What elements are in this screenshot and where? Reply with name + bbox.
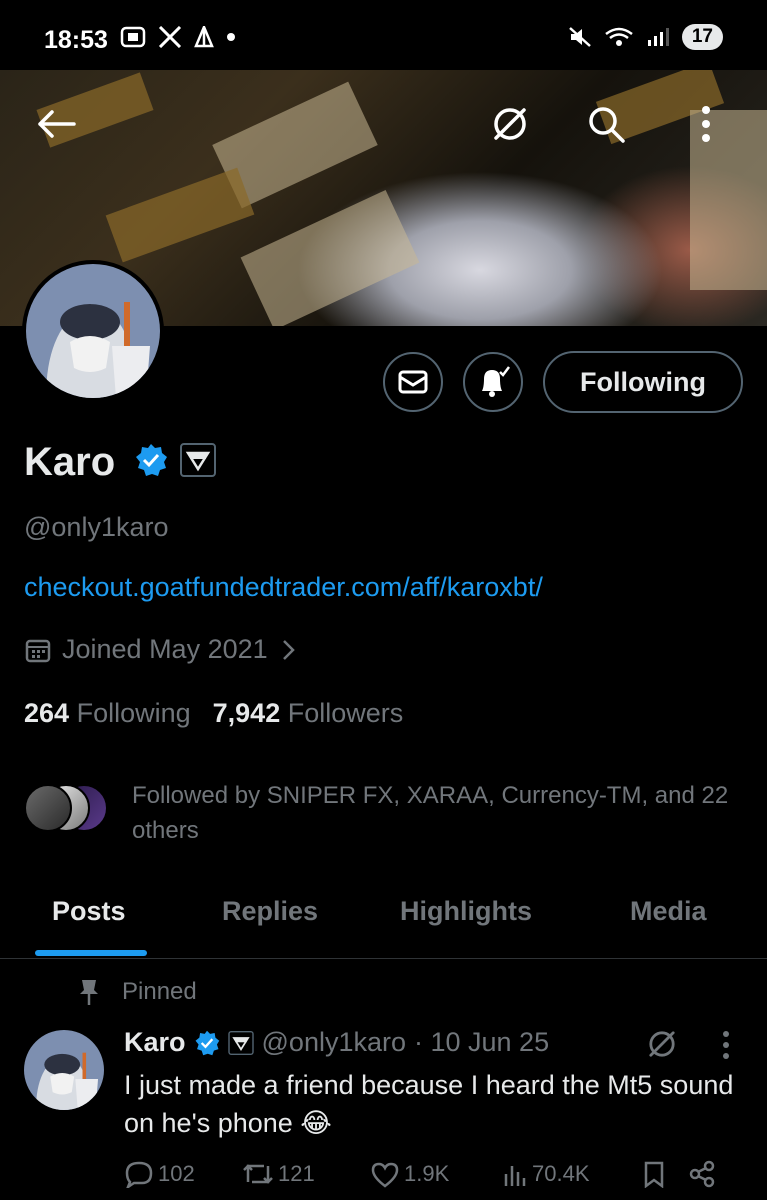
following-label: Following	[76, 698, 191, 728]
message-button[interactable]	[383, 352, 443, 412]
profile-handle: @only1karo	[24, 512, 169, 542]
more-options-button[interactable]	[674, 92, 738, 156]
chevron-right-icon	[282, 639, 295, 660]
status-system-icons: 17	[568, 24, 723, 50]
profile-name: Karo	[24, 440, 116, 484]
x-logo-icon	[158, 26, 182, 48]
more-icon	[702, 106, 710, 142]
post-author-avatar[interactable]	[24, 1030, 104, 1110]
following-stat[interactable]: 264 Following	[24, 698, 191, 729]
wifi-icon	[605, 27, 633, 46]
grok-button[interactable]	[478, 92, 542, 156]
affiliate-badge-icon[interactable]	[180, 443, 216, 477]
repost-count: 121	[278, 1161, 315, 1186]
following-button[interactable]: Following	[543, 351, 743, 413]
mutual-followers-avatars	[24, 778, 114, 834]
grok-icon	[649, 1031, 675, 1057]
following-count: 264	[24, 698, 70, 728]
reply-icon	[125, 1161, 153, 1188]
battery-indicator: 17	[681, 24, 723, 50]
status-notification-icons	[120, 26, 236, 48]
post-text: I just made a friend because I heard the…	[124, 1070, 734, 1138]
post-author-handle[interactable]: @only1karo	[262, 1027, 406, 1058]
tab-replies[interactable]: Replies	[222, 896, 318, 927]
bookmark-button[interactable]	[642, 1160, 688, 1188]
profile-avatar[interactable]	[22, 260, 164, 402]
avatar-image	[26, 264, 160, 398]
joined-label: Joined May 2021	[62, 634, 268, 664]
views-button[interactable]: 70.4K	[502, 1160, 642, 1188]
like-icon	[371, 1162, 399, 1188]
tab-posts[interactable]: Posts	[52, 896, 126, 927]
search-button[interactable]	[574, 92, 638, 156]
views-count: 70.4K	[532, 1161, 590, 1186]
back-arrow-icon	[38, 110, 76, 138]
share-button[interactable]	[688, 1160, 716, 1188]
pinned-label: Pinned	[122, 978, 197, 1005]
mute-icon	[569, 27, 591, 47]
post-author-name[interactable]: Karo	[124, 1027, 186, 1058]
followers-count: 7,942	[212, 698, 281, 728]
reply-button[interactable]: 102	[124, 1160, 242, 1188]
calendar-icon	[25, 639, 51, 662]
followers-label: Followers	[287, 698, 404, 728]
post-avatar-image	[24, 1030, 104, 1110]
joined-date[interactable]: Joined May 2021	[24, 634, 298, 665]
notifications-button[interactable]	[463, 352, 523, 412]
search-icon	[589, 107, 625, 143]
share-icon	[689, 1160, 715, 1188]
follow-stats: 264 Following 7,942 Followers	[24, 698, 403, 729]
tab-media[interactable]: Media	[630, 896, 707, 927]
verified-badge-icon[interactable]	[134, 443, 168, 477]
active-tab-indicator	[35, 950, 147, 956]
back-button[interactable]	[24, 92, 88, 156]
followed-by-text: Followed by SNIPER FX, XARAA, Currency-T…	[132, 782, 729, 844]
post-header: Karo @only1karo · 10 Jun 25	[124, 1027, 549, 1058]
more-icon	[723, 1031, 729, 1059]
signal-icon	[647, 28, 669, 46]
pin-icon	[80, 980, 98, 1005]
repost-icon	[243, 1164, 273, 1184]
like-button[interactable]: 1.9K	[370, 1160, 502, 1188]
sail-icon	[194, 26, 214, 48]
pinned-indicator: Pinned	[78, 978, 197, 1006]
reply-count: 102	[158, 1161, 195, 1186]
post-actions: 102 121 1.9K 70.4K	[124, 1160, 734, 1188]
post-date[interactable]: · 10 Jun 25	[414, 1027, 549, 1058]
notification-bell-icon	[482, 366, 510, 397]
views-icon	[504, 1166, 526, 1186]
followers-stat[interactable]: 7,942 Followers	[213, 698, 404, 729]
followed-by[interactable]: Followed by SNIPER FX, XARAA, Currency-T…	[24, 778, 752, 848]
status-time: 18:53	[44, 26, 108, 54]
affiliate-badge-icon	[227, 1030, 254, 1055]
profile-tabs: Posts Replies Highlights Media	[0, 888, 767, 959]
mutual-avatar	[24, 784, 72, 832]
post-grok-button[interactable]	[646, 1028, 678, 1065]
status-bar: 18:53 17	[0, 0, 767, 70]
bookmark-icon	[644, 1161, 664, 1188]
repost-button[interactable]: 121	[242, 1160, 370, 1188]
tab-highlights[interactable]: Highlights	[400, 896, 532, 927]
profile-website-link[interactable]: checkout.goatfundedtrader.com/aff/karoxb…	[24, 572, 543, 603]
dot-icon	[227, 33, 235, 41]
verified-badge-icon	[195, 1030, 219, 1055]
message-icon	[398, 370, 428, 394]
grok-icon	[494, 108, 526, 140]
screenshot-icon	[120, 26, 146, 48]
like-count: 1.9K	[404, 1161, 450, 1186]
post-more-button[interactable]	[722, 1030, 730, 1065]
